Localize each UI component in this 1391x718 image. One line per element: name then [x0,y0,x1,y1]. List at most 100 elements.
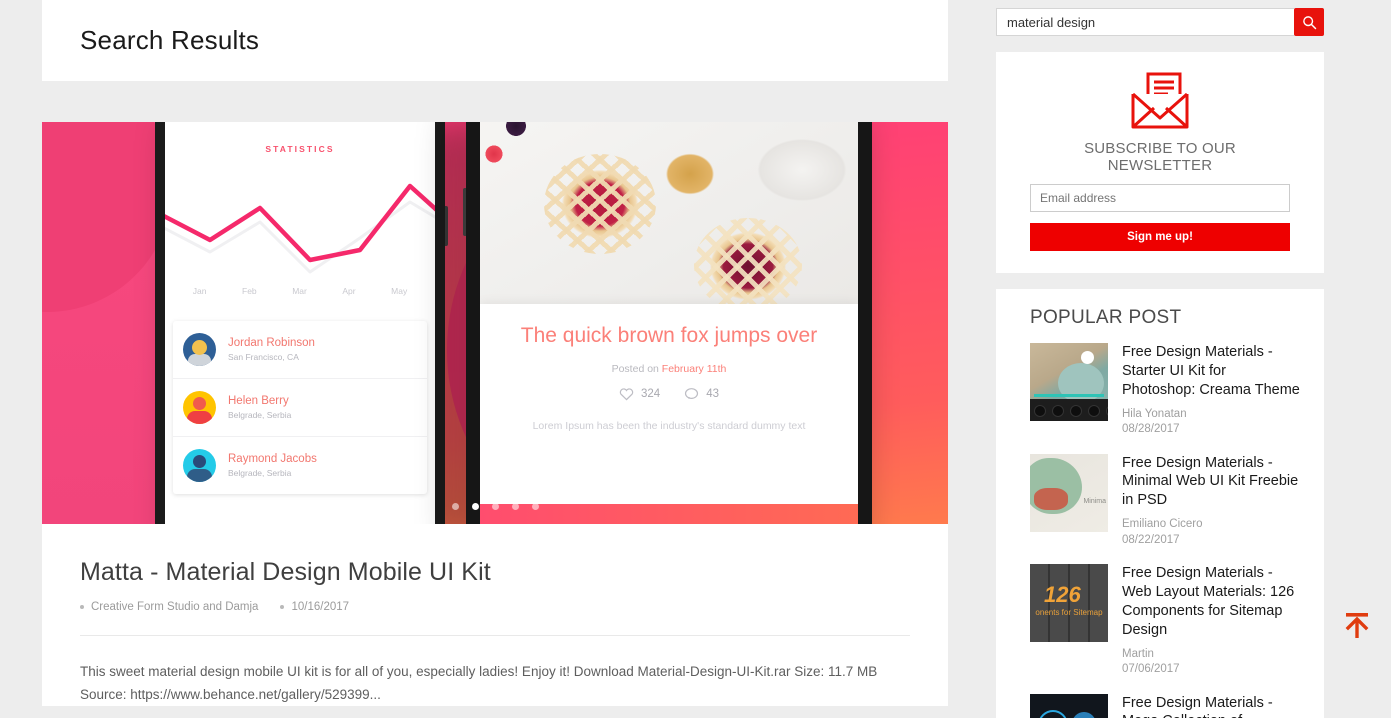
post-author: Emiliano Cicero [1122,518,1203,531]
post-text: Free Design Materials - Starter UI Kit f… [1122,343,1302,438]
carousel-dot[interactable] [511,503,519,510]
post-thumbnail[interactable] [1030,343,1108,421]
comment-count: 43 [706,388,719,401]
carousel-dot[interactable] [531,503,539,510]
comment-icon [685,388,699,400]
newsletter-widget: SUBSCRIBE TO OUR NEWSLETTER Sign me up! [996,52,1324,273]
contact-list: Jordan Robinson San Francisco, CA Helen … [173,321,427,494]
contact-name: Jordan Robinson [228,336,315,349]
envelope-icon-wrap [1030,70,1290,132]
overlay-engagement-stats: 324 43 [480,387,858,401]
post-title-link[interactable]: Free Design Materials - Minimal Web UI K… [1122,454,1302,511]
post-title-link[interactable]: Free Design Materials - Starter UI Kit f… [1122,343,1302,400]
search-button[interactable] [1294,8,1324,36]
popular-post-widget: POPULAR POST Free Design Materials - Sta… [996,289,1324,718]
post-date: 10/16/2017 [280,601,349,613]
carousel-dot-active[interactable] [471,503,479,510]
play-icon [1081,351,1094,364]
avatar [183,333,216,366]
contact-list-item[interactable]: Raymond Jacobs Belgrade, Serbia [173,437,427,494]
post-title-link[interactable]: Free Design Materials - Web Layout Mater… [1122,564,1302,639]
post-divider [80,635,910,636]
contact-location: Belgrade, Serbia [228,467,292,478]
search-icon [1302,15,1316,29]
carousel-dot[interactable] [491,503,499,510]
post-title-link[interactable]: Free Design Materials - Mega Collection … [1122,694,1302,718]
post-date: 07/06/2017 [1122,663,1180,676]
hero-background-left [42,122,172,524]
statistics-label: STATISTICS [265,144,335,154]
contact-location: San Francisco, CA [228,351,299,362]
knobs-decor [1034,405,1108,417]
sidebar: SUBSCRIBE TO OUR NEWSLETTER Sign me up! … [996,8,1324,718]
newsletter-title: SUBSCRIBE TO OUR NEWSLETTER [1084,140,1236,174]
overlay-post-title: The quick brown fox jumps over [520,324,818,347]
thumb-number: 126 [1044,582,1081,608]
avatar [183,449,216,482]
list-item[interactable]: 126 onents for Sitemap Free Design Mater… [1030,564,1302,677]
carousel-dot[interactable] [451,503,459,510]
post-text: Free Design Materials - Minimal Web UI K… [1122,454,1302,549]
overlay-post-meta: Posted on February 11th [480,363,858,375]
post-author-label: Creative Form Studio and Damja [91,601,259,613]
posted-on-date: February 11th [661,363,727,376]
main-content-column: Search Results STATISTICS Jan Feb Mar Ap… [42,0,948,707]
chart-tick-label: May [391,286,408,296]
search-results-header: Search Results [42,0,948,81]
carousel-dots[interactable] [42,503,948,510]
post-date: 08/22/2017 [1122,533,1180,546]
statistics-chart [165,164,435,304]
post-thumbnail[interactable] [1030,693,1108,718]
contact-list-item[interactable]: Jordan Robinson San Francisco, CA [173,321,427,379]
scroll-to-top-icon [1345,613,1369,638]
phone-mockup-left: STATISTICS Jan Feb Mar Apr May Jordan Ro… [155,122,448,524]
pie-lattice-decor [544,154,656,254]
line-chart-svg [165,183,435,274]
phone-left-screen: STATISTICS Jan Feb Mar Apr May Jordan Ro… [165,122,435,524]
chart-tick-label: Feb [242,286,257,296]
post-body: Matta - Material Design Mobile UI Kit Cr… [42,524,948,706]
progress-bar [1034,394,1104,397]
blog-post-overlay-card: The quick brown fox jumps over Posted on… [480,304,858,504]
contact-location: Belgrade, Serbia [228,409,292,420]
page-root: Search Results STATISTICS Jan Feb Mar Ap… [0,0,1391,718]
list-item[interactable]: Minima Free Design Materials - Minimal W… [1030,453,1302,549]
contact-name: Helen Berry [228,394,289,407]
phone-mockup-right: The quick brown fox jumps over Posted on… [463,122,872,524]
post-text: Free Design Materials - Web Layout Mater… [1122,564,1302,677]
post-thumbnail[interactable]: Minima [1030,453,1108,532]
scroll-to-top-button[interactable] [1340,608,1374,642]
chart-tick-label: Mar [292,286,307,296]
phone-right-screen: The quick brown fox jumps over Posted on… [480,122,858,524]
featured-image[interactable]: STATISTICS Jan Feb Mar Apr May Jordan Ro… [42,122,948,524]
post-excerpt: This sweet material design mobile UI kit… [80,664,878,703]
page-title: Search Results [80,25,260,55]
bullet-icon [80,605,84,609]
post-author[interactable]: Creative Form Studio and Damja [80,601,258,613]
list-item[interactable]: Free Design Materials - Starter UI Kit f… [1030,343,1302,438]
list-item[interactable]: Free Design Materials - Mega Collection … [1030,693,1302,718]
avatar [183,391,216,424]
comment-stat[interactable]: 43 [684,387,719,401]
chart-tick-label: Jan [192,286,207,296]
search-input[interactable] [996,8,1294,36]
search-bar [996,8,1324,36]
post-date: 08/28/2017 [1122,423,1180,436]
post-date-label: 10/16/2017 [291,601,350,613]
post-title[interactable]: Matta - Material Design Mobile UI Kit [80,558,910,587]
post-thumbnail[interactable]: 126 onents for Sitemap [1030,564,1108,643]
phone-side-button [445,206,448,246]
thumb-caption: Minima [1083,497,1106,505]
contact-list-item[interactable]: Helen Berry Belgrade, Serbia [173,379,427,437]
posted-on-label: Posted on [611,363,662,376]
signup-button[interactable]: Sign me up! [1030,223,1290,251]
contact-name: Raymond Jacobs [228,452,317,465]
post-author: Martin [1122,647,1154,660]
like-stat[interactable]: 324 [619,387,660,401]
email-field[interactable] [1030,184,1290,212]
post-text: Free Design Materials - Mega Collection … [1122,694,1302,718]
bullet-icon [280,605,285,609]
overlay-post-body: Lorem Ipsum has been the industry's stan… [532,420,806,433]
popular-post-heading: POPULAR POST [1030,307,1182,328]
chart-month-labels: Jan Feb Mar Apr May [165,286,435,296]
